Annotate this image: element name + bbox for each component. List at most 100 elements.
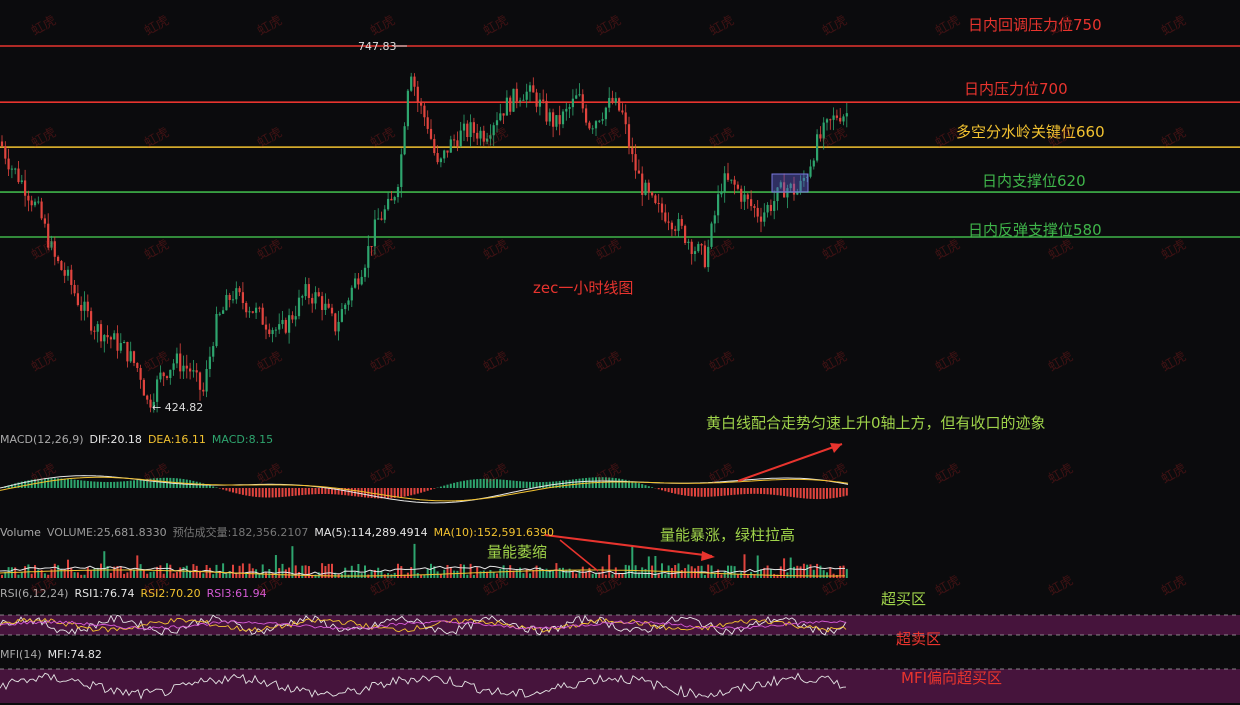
macd-bar: [327, 488, 330, 495]
candle-body: [618, 98, 621, 111]
candle-body: [736, 184, 739, 189]
volume-bar: [740, 572, 743, 578]
candle-body: [281, 319, 284, 325]
volume-bar: [126, 572, 129, 578]
candle-body: [608, 97, 611, 108]
macd-bar: [796, 488, 799, 498]
candle-body: [532, 85, 535, 93]
macd-bar: [743, 488, 746, 495]
macd-bar: [713, 488, 716, 497]
volume-bar: [162, 573, 165, 578]
candle-body: [657, 203, 660, 205]
candle-body: [403, 126, 406, 155]
macd-arrow: [737, 443, 843, 482]
candle-body: [426, 117, 429, 129]
macd-bar: [562, 480, 564, 488]
macd-bar: [512, 480, 515, 488]
volume-bar: [354, 571, 357, 578]
candle-body: [86, 301, 89, 312]
candle-body: [621, 110, 624, 113]
macd-bar: [123, 481, 126, 488]
volume-bar: [265, 572, 267, 578]
volume-bar: [261, 564, 264, 578]
candle-body: [839, 117, 842, 122]
macd-bar: [753, 488, 756, 494]
volume-bar: [430, 563, 432, 578]
candle-body: [330, 307, 334, 314]
volume-bar: [723, 570, 726, 578]
candle-body: [651, 192, 654, 196]
volume-bar: [466, 574, 469, 578]
macd-bar: [472, 479, 475, 488]
macd-bar: [750, 488, 753, 494]
macd-bar: [258, 488, 261, 498]
volume-bar: [416, 572, 419, 578]
macd-bar: [212, 486, 215, 488]
candle-body: [37, 201, 40, 203]
candle-body: [311, 297, 314, 304]
macd-bar: [677, 488, 680, 495]
volume-bar: [522, 573, 525, 578]
candle-body: [159, 372, 162, 380]
candle-body: [109, 337, 112, 340]
macd-bar: [73, 479, 76, 488]
candle-body: [710, 223, 713, 247]
macd-bar: [159, 477, 162, 488]
macd-bar: [657, 488, 660, 490]
candle-body: [179, 353, 182, 372]
candle-body: [225, 294, 228, 311]
overbought-annotation: 超买区: [881, 590, 927, 608]
candle-body: [664, 212, 667, 222]
macd-bar: [261, 488, 264, 498]
candle-body: [198, 372, 202, 390]
candle-body: [208, 356, 211, 370]
candle-body: [700, 244, 703, 246]
candle-body: [113, 333, 116, 340]
candle-body: [4, 146, 7, 159]
candle-body: [14, 168, 17, 170]
volume-bar: [482, 570, 485, 578]
candle-body: [165, 376, 169, 379]
level-label-660: 多空分水岭关键位660: [956, 123, 1105, 141]
macd-bar: [608, 477, 611, 488]
macd-header: MACD(12,26,9) DIF:20.18 DEA:16.11 MACD:8.15: [0, 433, 274, 446]
candle-body: [304, 284, 307, 297]
volume-bar: [136, 555, 139, 578]
volume-bar: [423, 574, 426, 578]
candle-body: [829, 119, 832, 121]
candle-body: [142, 379, 145, 396]
volume-bar: [294, 565, 297, 578]
macd-bar: [298, 488, 300, 496]
macd-bar: [519, 481, 522, 488]
macd-bar: [406, 488, 409, 496]
macd-bar: [459, 481, 462, 488]
macd-bar: [776, 488, 779, 496]
candle-body: [703, 245, 706, 268]
candle-body: [594, 121, 598, 129]
macd-bar: [304, 488, 307, 495]
candle-body: [687, 241, 690, 244]
candle-body: [83, 301, 86, 311]
macd-bar: [525, 481, 528, 488]
macd-bar: [113, 481, 116, 488]
macd-bar: [839, 488, 842, 498]
volume-bar: [225, 573, 228, 578]
candle-body: [667, 221, 670, 223]
volume-bar: [773, 573, 776, 578]
macd-bar: [268, 488, 271, 498]
volume-bar: [90, 570, 93, 578]
macd-bar: [218, 488, 221, 489]
macd-bar: [469, 479, 472, 488]
volume-bar: [463, 564, 465, 578]
candle-body: [27, 195, 30, 201]
candle-body: [156, 379, 159, 402]
volume-bar: [496, 573, 498, 578]
macd-bar: [505, 480, 508, 488]
candle-body: [624, 112, 627, 125]
volume-bar: [86, 566, 89, 578]
volume-bar: [449, 566, 452, 578]
macd-bar: [496, 479, 498, 488]
candle-body: [730, 179, 733, 181]
oversold-annotation: 超卖区: [896, 630, 942, 648]
volume-bar: [614, 567, 617, 578]
